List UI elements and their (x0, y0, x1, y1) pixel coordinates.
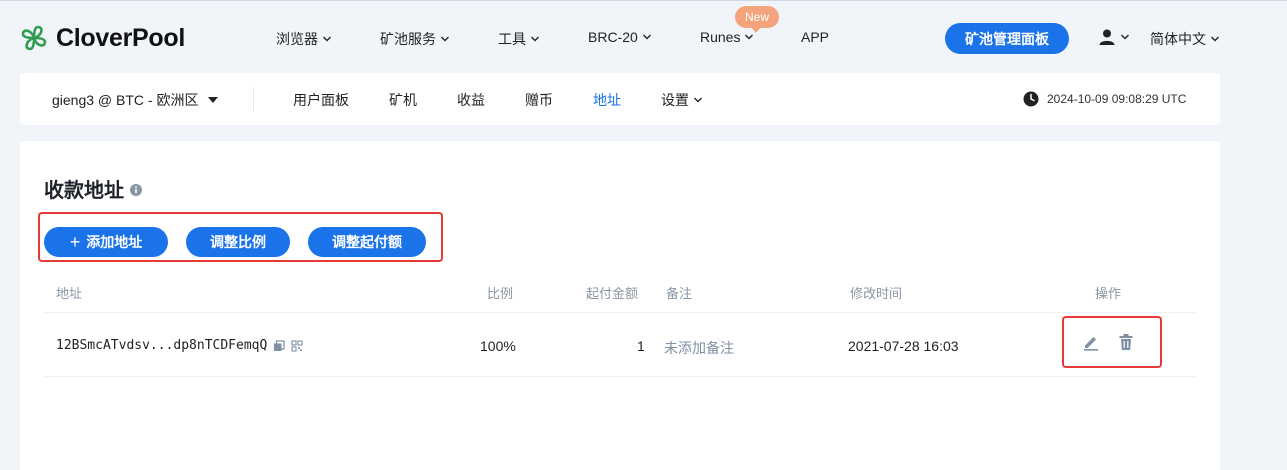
user-icon (1099, 29, 1115, 45)
tab-settings-label: 设置 (661, 92, 689, 108)
user-menu[interactable] (1098, 28, 1130, 46)
new-badge: New (735, 6, 779, 33)
clock-icon (1023, 91, 1039, 107)
language-label: 简体中文 (1150, 31, 1206, 47)
column-header-threshold: 起付金额 (586, 286, 639, 301)
edit-icon[interactable] (1082, 333, 1100, 351)
nav-brc20[interactable]: BRC-20 (588, 29, 652, 45)
nav-runes[interactable]: Runes (700, 29, 754, 45)
chevron-down-icon (745, 34, 754, 40)
tab-settings[interactable]: 设置 (661, 90, 703, 110)
clover-logo-icon (21, 25, 47, 51)
account-selector[interactable]: gieng3 @ BTC - 欧洲区 (52, 90, 219, 110)
server-time-label: 2024-10-09 09:08:29 UTC (1047, 92, 1187, 106)
add-address-button[interactable]: + 添加地址 (44, 227, 168, 257)
tab-dashboard[interactable]: 用户面板 (293, 90, 349, 110)
nav-app-label: APP (801, 29, 830, 45)
address-value: 12BSmcATvdsv...dp8nTCDFemqQ (56, 338, 268, 353)
nav-tools-label: 工具 (498, 31, 526, 47)
nav-brc20-label: BRC-20 (588, 29, 638, 45)
chevron-down-icon (323, 36, 331, 42)
column-header-note: 备注 (666, 286, 693, 301)
copy-icon[interactable] (273, 339, 285, 352)
tab-earnings[interactable]: 收益 (457, 90, 485, 110)
nav-app[interactable]: APP (801, 29, 829, 45)
sub-navbar: gieng3 @ BTC - 欧洲区 用户面板 矿机 收益 赠币 地址 设置 2… (20, 73, 1220, 125)
nav-pool-services[interactable]: 矿池服务 (380, 29, 450, 49)
address-cell: 12BSmcATvdsv...dp8nTCDFemqQ (56, 338, 303, 353)
chevron-down-icon (642, 34, 651, 40)
page-title: 收款地址 (44, 174, 142, 203)
chevron-down-icon (441, 36, 449, 42)
trash-icon[interactable] (1117, 333, 1135, 351)
top-navbar: CloverPool 浏览器 矿池服务 工具 BRC-20 New Runes … (0, 0, 1287, 72)
note-cell[interactable]: 未添加备注 (664, 338, 734, 358)
plus-icon: + (69, 232, 81, 252)
divider (253, 87, 254, 111)
chevron-down-icon (531, 36, 539, 42)
column-header-ratio: 比例 (487, 286, 514, 301)
tab-address[interactable]: 地址 (593, 90, 621, 110)
page-title-text: 收款地址 (44, 180, 124, 202)
nav-browser[interactable]: 浏览器 (276, 29, 332, 49)
chevron-down-icon (1121, 34, 1129, 40)
table-row-divider (44, 376, 1196, 377)
nav-runes-label: Runes (700, 29, 741, 45)
brand-name: CloverPool (56, 23, 185, 52)
adjust-threshold-button[interactable]: 调整起付额 (308, 227, 426, 257)
actions-highlight-box (1062, 316, 1162, 368)
table-divider (44, 312, 1196, 313)
caret-down-icon (208, 97, 219, 103)
chevron-down-icon (1211, 36, 1219, 42)
brand-logo[interactable]: CloverPool (18, 22, 185, 54)
tab-miners[interactable]: 矿机 (389, 90, 417, 110)
column-header-actions: 操作 (1095, 286, 1122, 301)
threshold-cell: 1 (637, 338, 645, 354)
address-card: 收款地址 + 添加地址 调整比例 调整起付额 地址 比例 起付金额 备注 修改时… (20, 141, 1220, 470)
pool-panel-button[interactable]: 矿池管理面板 (945, 23, 1069, 54)
nav-tools[interactable]: 工具 (498, 29, 540, 49)
account-label: gieng3 @ BTC - 欧洲区 (52, 92, 199, 108)
modified-cell: 2021-07-28 16:03 (848, 338, 959, 354)
info-icon[interactable] (130, 184, 142, 196)
language-selector[interactable]: 简体中文 (1150, 29, 1220, 49)
adjust-ratio-button[interactable]: 调整比例 (186, 227, 290, 257)
column-header-address: 地址 (56, 286, 83, 301)
chevron-down-icon (694, 97, 702, 103)
server-time: 2024-10-09 09:08:29 UTC (1023, 91, 1186, 107)
ratio-cell: 100% (480, 338, 516, 354)
nav-pool-services-label: 矿池服务 (380, 31, 436, 47)
column-header-modified: 修改时间 (850, 286, 903, 301)
qrcode-icon[interactable] (291, 339, 303, 352)
tab-bonus[interactable]: 赠币 (525, 90, 553, 110)
nav-browser-label: 浏览器 (276, 31, 318, 47)
add-address-label: 添加地址 (86, 234, 143, 250)
